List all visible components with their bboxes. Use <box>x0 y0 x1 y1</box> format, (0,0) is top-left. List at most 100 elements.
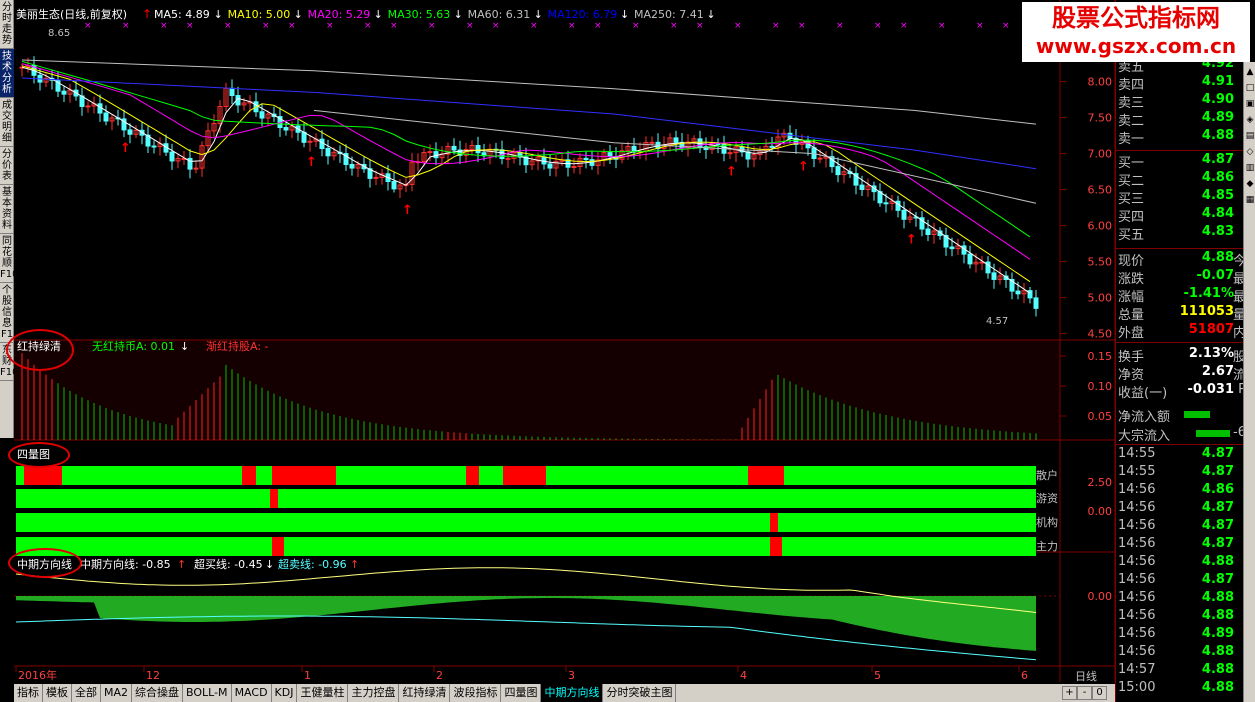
x-axis-label: 6 <box>1021 669 1028 682</box>
quote-label: 14:56 <box>1118 482 1156 497</box>
indicator-tab[interactable]: MA2 <box>101 684 133 702</box>
tool-icon[interactable]: ▥ <box>1245 162 1255 174</box>
candle-body <box>835 166 841 176</box>
high-label: 8.65 <box>48 28 70 39</box>
panel4-line2: 超买线: -0.45 <box>194 557 263 571</box>
tool-icon[interactable]: ◇ <box>1245 146 1255 158</box>
signal-x-icon: × <box>160 21 168 31</box>
x-axis-label: 3 <box>568 669 575 682</box>
zoom-button[interactable]: 0 <box>1092 686 1107 700</box>
quad-row-label: 散户 <box>1036 468 1058 482</box>
ma-label: MA120: 6.79 <box>548 8 618 21</box>
nav-item[interactable]: 个股信息F1 <box>0 283 14 343</box>
divider <box>1116 248 1244 249</box>
side-scrollbar[interactable]: ▲ □ ▣ ◈ ▤ ◇ ▥ ◆ ▦ <box>1243 62 1255 702</box>
indicator-tab[interactable]: 综合操盘 <box>132 684 184 702</box>
divider <box>1116 150 1244 151</box>
scroll-up-icon[interactable]: ▲ <box>1245 66 1255 78</box>
candle-body <box>571 165 577 168</box>
brand-title: 股票公式指标网 <box>1052 4 1220 32</box>
price-axis-label: 5.50 <box>1088 256 1113 269</box>
quote-value: 2.67 <box>1201 364 1234 379</box>
zoom-button[interactable]: - <box>1077 686 1092 700</box>
x-axis-label: 1 <box>304 669 311 682</box>
tool-icon[interactable]: ◈ <box>1245 114 1255 126</box>
panel3-axis-label: 0.00 <box>1088 505 1113 518</box>
zoom-button[interactable]: + <box>1062 686 1077 700</box>
indicator-tab[interactable]: 红持绿清 <box>399 684 451 702</box>
indicator-tab[interactable]: MACD <box>232 684 272 702</box>
quote-value: 51807 <box>1188 322 1234 337</box>
signal-x-icon: × <box>696 21 704 31</box>
tool-icon[interactable]: ◆ <box>1245 178 1255 190</box>
tool-icon[interactable]: □ <box>1245 82 1255 94</box>
zoom-controls: + -0 <box>1062 686 1114 702</box>
divider <box>1116 444 1244 445</box>
quote-label: 14:55 <box>1118 464 1156 479</box>
tool-icon[interactable]: ▤ <box>1245 130 1255 142</box>
quad-red-seg <box>503 466 546 485</box>
nav-item[interactable]: 成交明细 <box>0 98 14 147</box>
quote-value: 4.88 <box>1201 590 1234 605</box>
chart-area[interactable]: 美丽生态(日线,前复权) ↑ MA5: 4.89 ↓ MA10: 5.00 ↓ MA20: … <box>6 0 1116 682</box>
indicator-tab[interactable]: 分时突破主图 <box>603 684 677 702</box>
indicator-tab[interactable]: 波段指标 <box>450 684 502 702</box>
panel3-axis-label: 2.50 <box>1088 476 1113 489</box>
candle-body <box>229 87 235 97</box>
indicator-tab[interactable]: KDJ <box>272 684 298 702</box>
ma-arrow: ↓ <box>706 8 715 21</box>
x-axis-label: 12 <box>146 669 160 682</box>
quote-label: 净流入额 <box>1118 410 1171 425</box>
panel4-line2-arrow: ↓ <box>265 558 274 571</box>
candle-body <box>817 157 823 160</box>
nav-item[interactable]: 技术分析 <box>0 49 14 98</box>
quote-label: 卖四 <box>1118 78 1145 93</box>
quote-label: 卖二 <box>1118 114 1145 129</box>
quote-label: 换手 <box>1118 350 1145 365</box>
quote-label: 外盘 <box>1118 326 1145 341</box>
panel2-line1: 无红持币A: 0.01 <box>92 339 175 353</box>
panel4-line1: 中期方向线: -0.85 <box>80 557 171 571</box>
quote-label: 14:56 <box>1118 500 1156 515</box>
quote-label: 14:56 <box>1118 608 1156 623</box>
stock-chart-window: 分时走势 技术分析 成交明细 分价表 基本资料 同花顺F10 个股信息F1 东财F10 美丽生… <box>0 0 1255 702</box>
up-arrow-icon: ↑ <box>142 7 152 21</box>
left-nav: 分时走势 技术分析 成交明细 分价表 基本资料 同花顺F10 个股信息F1 东财F10 <box>0 0 18 438</box>
x-axis-label: 4 <box>740 669 747 682</box>
indicator-tab[interactable]: 王健量柱 <box>297 684 349 702</box>
tick-row: 14:56 4.89 <box>1116 626 1244 644</box>
panel2-line1-arrow: ↓ <box>180 340 189 353</box>
kline-chart[interactable]: 美丽生态(日线,前复权) ↑ MA5: 4.89 ↓ MA10: 5.00 ↓ MA20: … <box>14 0 1116 682</box>
quote-label: 现价 <box>1118 254 1145 269</box>
indicator-tab[interactable]: 模板 <box>43 684 72 702</box>
nav-item[interactable]: 东财F10 <box>0 343 18 381</box>
indicator-tab[interactable]: 中期方向线 <box>541 684 604 702</box>
quad-red-seg <box>270 489 278 508</box>
indicator-tab[interactable]: 全部 <box>72 684 101 702</box>
candle-body <box>769 145 775 148</box>
ma-arrow: ↓ <box>620 8 629 21</box>
candle-body <box>505 157 511 160</box>
nav-item[interactable]: 同花顺F10 <box>0 234 18 283</box>
signal-x-icon: × <box>632 21 640 31</box>
indicator-tab[interactable]: 主力控盘 <box>348 684 400 702</box>
candle-body <box>349 163 355 169</box>
indicator-tab[interactable]: BOLL-M <box>183 684 232 702</box>
period-label[interactable]: 日线 <box>1075 668 1115 683</box>
nav-item[interactable]: 分价表 <box>0 147 14 185</box>
nav-item[interactable]: 分时走势 <box>0 0 14 49</box>
quote-value: 4.88 <box>1201 644 1234 659</box>
candle-body <box>727 152 733 155</box>
quad-red-seg <box>242 466 256 485</box>
indicator-tab[interactable]: 指标 <box>14 684 43 702</box>
tick-row: 14:56 4.87 <box>1116 536 1244 554</box>
candle-body <box>895 200 901 211</box>
indicator-tab[interactable]: 四量图 <box>501 684 542 702</box>
signal-x-icon: × <box>492 21 500 31</box>
tool-icon[interactable]: ▦ <box>1245 194 1255 206</box>
signal-x-icon: × <box>670 21 678 31</box>
price-axis-label: 7.00 <box>1088 148 1113 161</box>
ma-arrow: ↓ <box>214 8 223 21</box>
tool-icon[interactable]: ▣ <box>1245 98 1255 110</box>
nav-item[interactable]: 基本资料 <box>0 185 14 234</box>
